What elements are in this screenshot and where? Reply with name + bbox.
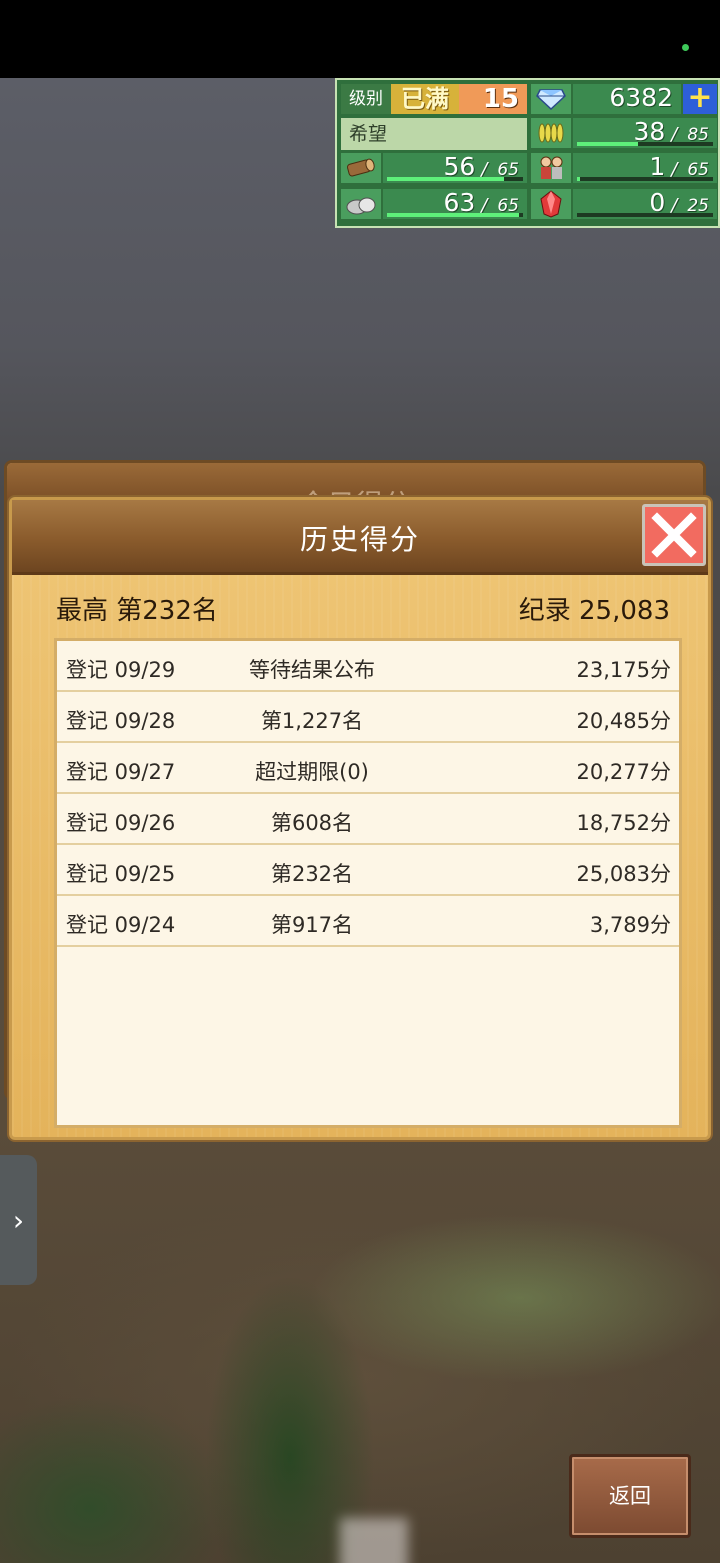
history-row: 登记 09/28 第1,227名 20,485分 — [57, 692, 679, 743]
add-gems-button[interactable]: + — [683, 83, 717, 114]
row-status: 第232名 — [270, 862, 354, 886]
history-list[interactable]: 登记 09/29 等待结果公布 23,175分 登记 09/28 第1,227名… — [54, 638, 682, 1128]
ore-value: 63/65 — [383, 189, 527, 219]
dialog-header: 历史得分 — [12, 500, 708, 575]
wood-value: 56/65 — [383, 153, 527, 183]
row-date: 登记 09/25 — [66, 862, 176, 886]
hope-value: 38/85 — [573, 118, 717, 148]
row-status: 超过期限(0) — [255, 760, 369, 784]
history-row: 登记 09/27 超过期限(0) 20,277分 — [57, 743, 679, 794]
people-bar — [577, 177, 580, 181]
return-button[interactable]: 返回 — [569, 1454, 691, 1538]
crystal-value: 0/25 — [573, 189, 717, 219]
level-value: 15 — [459, 84, 527, 114]
best-summary: 最高 第232名 纪录 25,083 — [12, 590, 708, 630]
level-max-badge: 已满 — [391, 84, 459, 114]
chevron-right-icon: › — [12, 1203, 25, 1237]
gem-count: 6382 — [573, 84, 681, 114]
row-score: 18,752分 — [576, 811, 671, 835]
history-row: 登记 09/29 等待结果公布 23,175分 — [57, 641, 679, 692]
history-row: 登记 09/26 第608名 18,752分 — [57, 794, 679, 845]
row-status: 第917名 — [270, 913, 354, 937]
row-status: 第1,227名 — [260, 709, 364, 733]
row-date: 登记 09/26 — [66, 811, 176, 835]
ore-rock-icon — [341, 189, 381, 219]
row-status: 等待结果公布 — [249, 658, 375, 682]
row-date: 登记 09/28 — [66, 709, 176, 733]
close-icon — [651, 512, 697, 558]
red-crystal-icon — [531, 189, 571, 219]
history-row: 登记 09/24 第917名 3,789分 — [57, 896, 679, 947]
diamond-icon — [531, 84, 571, 114]
record-score: 纪录 25,083 — [518, 596, 670, 626]
notification-dot — [682, 44, 689, 51]
best-rank: 最高 第232名 — [56, 596, 218, 626]
row-score: 3,789分 — [589, 913, 671, 937]
resource-panel: 级别 已满 15 6382 + 希望 38/85 56/65 1/65 63/6… — [335, 78, 720, 228]
wood-log-icon — [341, 153, 381, 183]
side-drawer-handle[interactable]: › — [0, 1155, 37, 1285]
wheat-icon — [531, 118, 571, 148]
row-score: 25,083分 — [576, 862, 671, 886]
crystal-bar-track — [577, 213, 713, 217]
ore-bar — [387, 213, 519, 217]
dialog-title: 历史得分 — [299, 523, 420, 556]
status-bar — [0, 0, 720, 78]
row-date: 登记 09/24 — [66, 913, 176, 937]
row-score: 20,485分 — [576, 709, 671, 733]
villager-icon — [531, 153, 571, 183]
row-score: 20,277分 — [576, 760, 671, 784]
row-status: 第608名 — [270, 811, 354, 835]
row-score: 23,175分 — [576, 658, 671, 682]
people-bar-track — [577, 177, 713, 181]
background-tent — [340, 1518, 408, 1563]
hope-label: 希望 — [341, 118, 527, 150]
hope-bar — [577, 142, 638, 146]
people-value: 1/65 — [573, 153, 717, 183]
row-date: 登记 09/27 — [66, 760, 176, 784]
row-date: 登记 09/29 — [66, 658, 176, 682]
level-label: 级别 — [341, 84, 391, 114]
close-button[interactable] — [642, 504, 706, 566]
wood-bar — [387, 177, 504, 181]
history-row: 登记 09/25 第232名 25,083分 — [57, 845, 679, 896]
history-score-dialog: 历史得分 最高 第232名 纪录 25,083 登记 09/29 等待结果公布 … — [9, 497, 711, 1140]
